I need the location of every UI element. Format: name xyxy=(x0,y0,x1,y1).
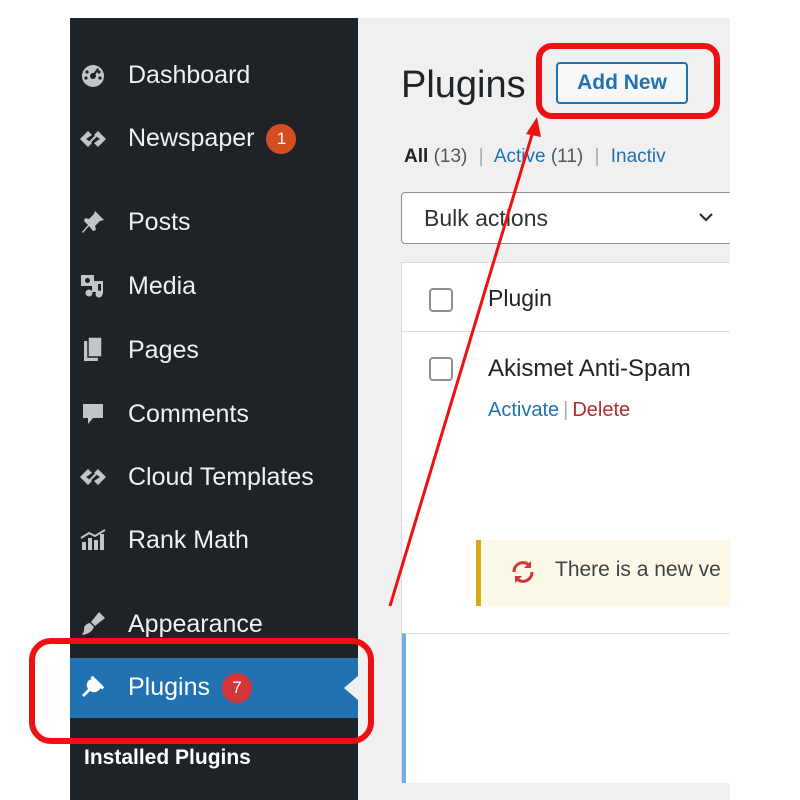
pages-icon xyxy=(76,333,110,367)
sidebar-item-newspaper[interactable]: Newspaper 1 xyxy=(70,109,358,169)
sidebar-item-rank-math[interactable]: Rank Math xyxy=(70,510,358,570)
row-actions: Activate | Delete xyxy=(488,399,630,422)
plugins-table: Plugin Akismet Anti-Spam Activate | Delete… xyxy=(401,262,730,783)
sidebar-item-label: Media xyxy=(128,271,197,300)
table-row xyxy=(402,633,730,783)
main-content: Plugins Add New All (13) | Active (11) |… xyxy=(358,18,730,800)
sidebar-item-label: Comments xyxy=(128,399,249,428)
sidebar-item-label: Dashboard xyxy=(128,60,251,89)
sidebar-item-label: Appearance xyxy=(128,609,263,638)
chevron-down-icon xyxy=(696,193,716,262)
filter-separator: | xyxy=(594,146,600,167)
filter-separator: | xyxy=(478,146,484,167)
plugin-name: Akismet Anti-Spam xyxy=(488,355,691,382)
delete-link[interactable]: Delete xyxy=(572,399,630,421)
sidebar-item-comments[interactable]: Comments xyxy=(70,384,358,444)
sidebar-item-label: Pages xyxy=(128,335,199,364)
sidebar-item-label: Posts xyxy=(128,207,191,236)
update-count-badge: 1 xyxy=(266,124,297,155)
bulk-actions-value: Bulk actions xyxy=(424,205,549,231)
activate-link[interactable]: Activate xyxy=(488,399,559,421)
column-header-plugin[interactable]: Plugin xyxy=(488,285,552,312)
filter-active[interactable]: Active xyxy=(494,146,546,167)
filter-inactive[interactable]: Inactiv xyxy=(611,146,666,167)
sidebar-item-pages[interactable]: Pages xyxy=(70,320,358,380)
plugins-highlight xyxy=(29,638,374,744)
dashboard-icon xyxy=(76,58,110,92)
add-new-highlight xyxy=(536,43,720,119)
chart-icon xyxy=(76,523,110,557)
sidebar-item-media[interactable]: Media xyxy=(70,256,358,316)
action-separator: | xyxy=(563,399,569,421)
cloud-templates-icon xyxy=(76,460,110,494)
sidebar-item-label: Cloud Templates xyxy=(128,462,314,491)
comment-icon xyxy=(76,397,110,431)
select-all-checkbox[interactable] xyxy=(429,288,453,312)
sidebar-item-cloud-templates[interactable]: Cloud Templates xyxy=(70,447,358,507)
pin-icon xyxy=(76,205,110,239)
filter-active-count: (11) xyxy=(550,146,584,167)
filter-all[interactable]: All xyxy=(404,146,428,167)
update-notice: There is a new ve xyxy=(476,540,730,606)
submenu-installed-plugins[interactable]: Installed Plugins xyxy=(84,746,251,770)
filter-all-count: (13) xyxy=(433,146,468,167)
table-header: Plugin xyxy=(402,263,730,332)
sidebar-item-label: Newspaper xyxy=(128,123,255,152)
row-checkbox[interactable] xyxy=(429,357,453,381)
bulk-actions-select[interactable]: Bulk actions xyxy=(401,192,730,244)
sidebar-item-dashboard[interactable]: Dashboard xyxy=(70,45,358,105)
notice-text: There is a new ve xyxy=(555,558,721,581)
sidebar-item-posts[interactable]: Posts xyxy=(70,192,358,252)
update-icon xyxy=(509,558,537,591)
page-title: Plugins xyxy=(401,64,526,106)
newspaper-icon xyxy=(76,122,110,156)
status-filters: All (13) | Active (11) | Inactiv xyxy=(404,146,666,168)
media-icon xyxy=(76,269,110,303)
sidebar-item-label: Rank Math xyxy=(128,525,249,554)
brush-icon xyxy=(76,607,110,641)
